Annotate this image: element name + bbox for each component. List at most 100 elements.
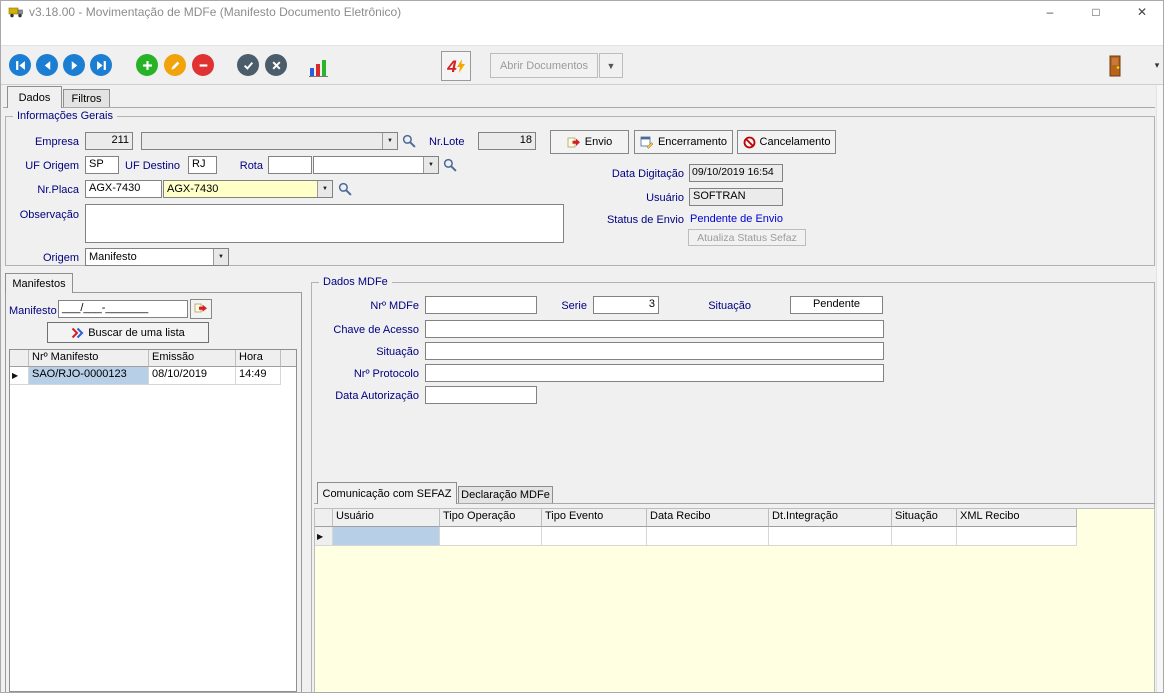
tab-declaracao-mdfe[interactable]: Declaração MDFe xyxy=(458,486,553,503)
rota-lookup-button[interactable] xyxy=(443,158,457,175)
sefaz-grid-header: Usuário Tipo Operação Tipo Evento Data R… xyxy=(315,509,1154,527)
header-filler xyxy=(281,350,296,367)
empresa-combo[interactable]: ▼ xyxy=(141,132,398,150)
data-digitacao-label: Data Digitação xyxy=(596,167,684,181)
status-envio-label: Status de Envio xyxy=(591,213,684,227)
nr-placa-lookup-button[interactable] xyxy=(338,182,352,199)
uf-destino-field[interactable]: RJ xyxy=(188,156,217,174)
column-header-emissao[interactable]: Emissão xyxy=(149,350,236,367)
double-arrow-icon xyxy=(71,327,84,339)
chart-button[interactable] xyxy=(307,55,331,77)
cell-tipo-evento[interactable] xyxy=(542,527,647,546)
confirm-button[interactable] xyxy=(237,54,259,76)
nr-placa-field[interactable]: AGX-7430 xyxy=(85,180,162,198)
vertical-scrollbar[interactable] xyxy=(1156,85,1164,693)
cell-situacao[interactable] xyxy=(892,527,957,546)
serie-label: Serie xyxy=(543,299,587,313)
cell-dt-integracao[interactable] xyxy=(769,527,892,546)
abrir-documentos-dropdown[interactable]: ▼ xyxy=(599,53,623,78)
maximize-button[interactable]: □ xyxy=(1073,1,1119,23)
next-record-button[interactable] xyxy=(63,54,85,76)
minimize-icon: – xyxy=(1047,5,1054,19)
manifesto-go-button[interactable] xyxy=(190,299,212,319)
dropdown-icon: ▼ xyxy=(607,61,616,71)
column-header-tipo-evento[interactable]: Tipo Evento xyxy=(542,509,647,527)
situacao-desc-field[interactable] xyxy=(425,342,884,360)
rota-combo[interactable]: ▼ xyxy=(313,156,439,174)
envio-button[interactable]: Envio xyxy=(550,130,629,154)
column-header-situacao[interactable]: Situação xyxy=(892,509,957,527)
last-record-button[interactable] xyxy=(90,54,112,76)
cancel-edit-button[interactable] xyxy=(265,54,287,76)
origem-combo[interactable]: Manifesto ▼ xyxy=(85,248,229,266)
chave-acesso-field[interactable] xyxy=(425,320,884,338)
app-logo-button[interactable]: 4 xyxy=(441,51,471,81)
manifesto-masked-input[interactable]: ___/___-_______ xyxy=(58,300,188,318)
nr-protocolo-field[interactable] xyxy=(425,364,884,382)
toolbar: 4 Abrir Documentos ▼ ▾ xyxy=(1,46,1163,85)
cell-emissao[interactable]: 08/10/2019 xyxy=(149,367,236,385)
menu-bar: Operação Navegação Permissão xyxy=(1,23,1163,46)
cell-usuario[interactable] xyxy=(333,527,440,546)
origem-combo-arrow[interactable]: ▼ xyxy=(213,249,228,265)
column-header-nr-manifesto[interactable]: Nrº Manifesto xyxy=(29,350,149,367)
add-record-button[interactable] xyxy=(136,54,158,76)
nr-placa-combo[interactable]: AGX-7430 ▼ xyxy=(163,180,333,198)
close-button[interactable]: ✕ xyxy=(1119,1,1164,23)
tab-dados[interactable]: Dados xyxy=(7,86,62,108)
minimize-button[interactable]: – xyxy=(1027,1,1073,23)
magnifier-icon xyxy=(402,134,416,148)
nr-placa-combo-arrow[interactable]: ▼ xyxy=(317,181,332,197)
row-indicator-cell: ▶ xyxy=(315,527,333,546)
tab-comunicacao-sefaz[interactable]: Comunicação com SEFAZ xyxy=(317,482,457,504)
bar-chart-icon xyxy=(309,58,329,77)
chave-acesso-label: Chave de Acesso xyxy=(327,323,419,337)
data-autorizacao-field[interactable] xyxy=(425,386,537,404)
exit-button[interactable] xyxy=(1100,52,1130,80)
rota-combo-arrow[interactable]: ▼ xyxy=(423,157,438,173)
buscar-lista-button[interactable]: Buscar de uma lista xyxy=(47,322,209,343)
cancelamento-button[interactable]: Cancelamento xyxy=(737,130,836,154)
observacao-label: Observação xyxy=(9,208,79,222)
empresa-combo-arrow[interactable]: ▼ xyxy=(382,133,397,149)
nr-lote-label: Nr.Lote xyxy=(429,135,464,149)
pencil-icon xyxy=(170,60,181,71)
cell-data-recibo[interactable] xyxy=(647,527,769,546)
serie-field[interactable]: 3 xyxy=(593,296,659,314)
toolbar-overflow-button[interactable]: ▾ xyxy=(1151,58,1163,72)
title-bar: v3.18.00 - Movimentação de MDFe (Manifes… xyxy=(1,1,1163,23)
manifesto-row[interactable]: ▶ SAO/RJO-0000123 08/10/2019 14:49 xyxy=(10,367,296,385)
delete-record-button[interactable] xyxy=(192,54,214,76)
row-indicator-icon: ▶ xyxy=(317,532,323,541)
previous-record-icon xyxy=(42,60,53,71)
nr-mdfe-field[interactable] xyxy=(425,296,537,314)
sefaz-grid: Usuário Tipo Operação Tipo Evento Data R… xyxy=(314,508,1155,693)
atualiza-status-sefaz-button[interactable]: Atualiza Status Sefaz xyxy=(688,229,806,246)
observacao-textarea[interactable] xyxy=(85,204,564,243)
uf-origem-field[interactable]: SP xyxy=(85,156,119,174)
previous-record-button[interactable] xyxy=(36,54,58,76)
tab-manifestos[interactable]: Manifestos xyxy=(5,273,73,293)
column-header-tipo-operacao[interactable]: Tipo Operação xyxy=(440,509,542,527)
cell-tipo-operacao[interactable] xyxy=(440,527,542,546)
cell-xml-recibo[interactable] xyxy=(957,527,1077,546)
column-header-hora[interactable]: Hora xyxy=(236,350,281,367)
empresa-lookup-button[interactable] xyxy=(402,134,416,151)
column-header-usuario[interactable]: Usuário xyxy=(333,509,440,527)
cell-hora[interactable]: 14:49 xyxy=(236,367,281,385)
column-header-xml-recibo[interactable]: XML Recibo xyxy=(957,509,1077,527)
sefaz-empty-row[interactable]: ▶ xyxy=(315,527,1154,546)
cell-nr-manifesto[interactable]: SAO/RJO-0000123 xyxy=(29,367,149,385)
tab-filtros[interactable]: Filtros xyxy=(63,89,110,107)
encerramento-button[interactable]: Encerramento xyxy=(634,130,733,154)
nr-protocolo-label: Nrº Protocolo xyxy=(331,367,419,381)
dropdown-icon: ▼ xyxy=(428,162,434,168)
next-record-icon xyxy=(69,60,80,71)
column-header-dt-integracao[interactable]: Dt.Integração xyxy=(769,509,892,527)
check-icon xyxy=(243,60,254,71)
column-header-data-recibo[interactable]: Data Recibo xyxy=(647,509,769,527)
first-record-button[interactable] xyxy=(9,54,31,76)
rota-code-field[interactable] xyxy=(268,156,312,174)
edit-record-button[interactable] xyxy=(164,54,186,76)
abrir-documentos-button[interactable]: Abrir Documentos xyxy=(490,53,598,78)
